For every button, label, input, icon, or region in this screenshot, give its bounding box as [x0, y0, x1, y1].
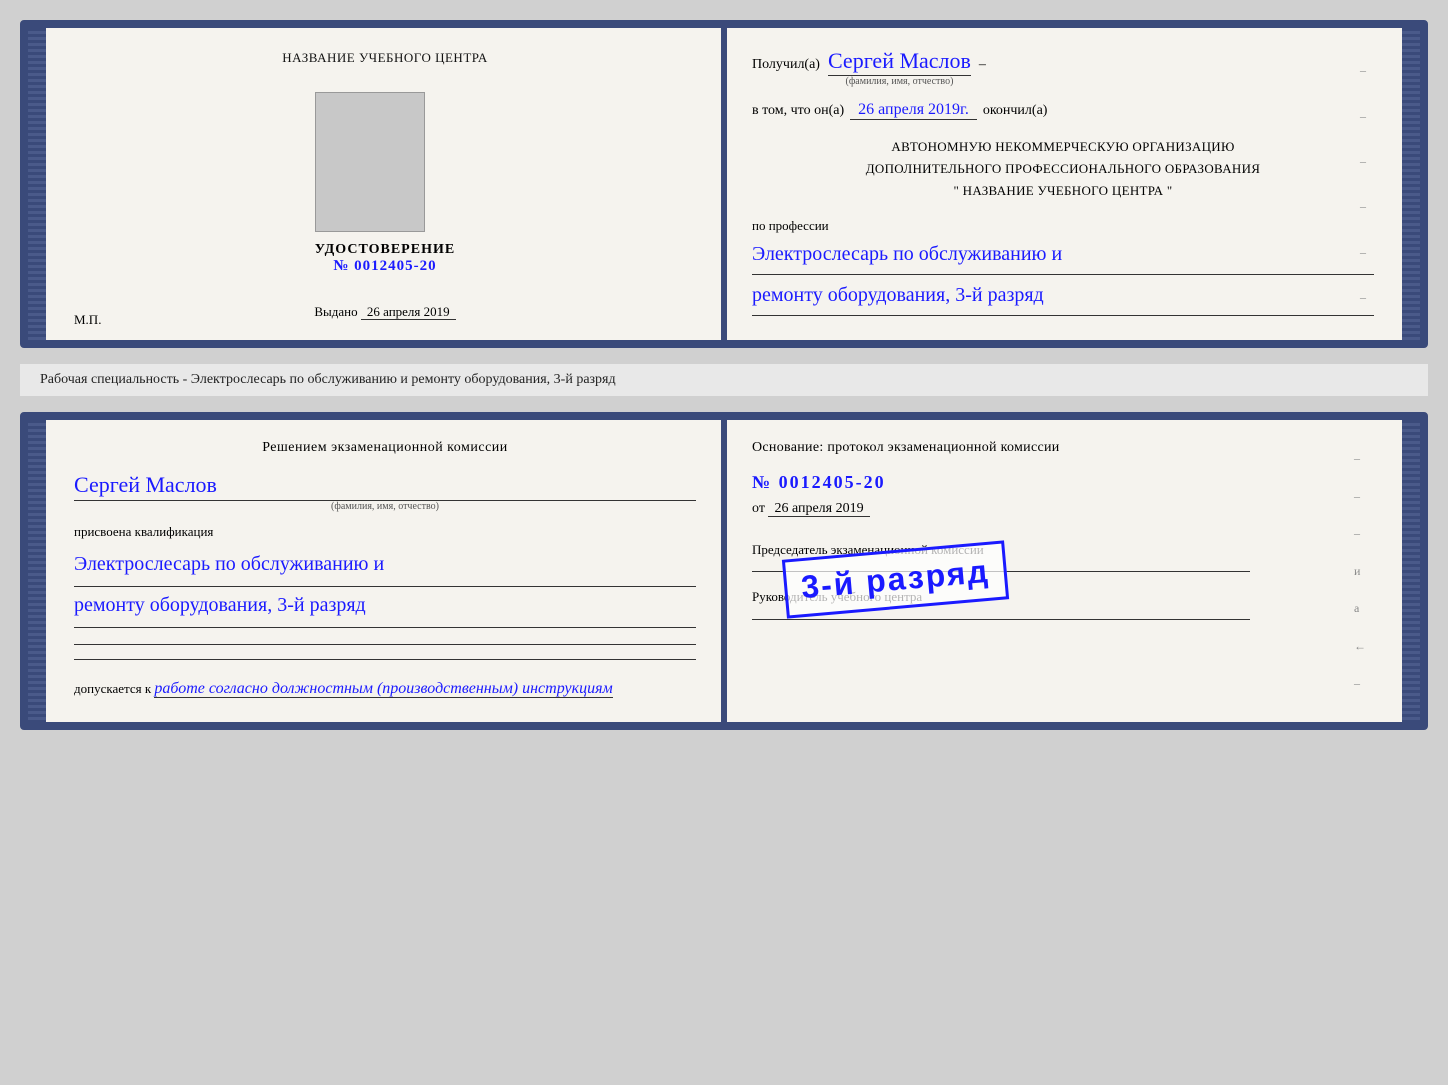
dash-after-fio: – [979, 57, 986, 73]
bottom-right-panel: Основание: протокол экзаменационной коми… [724, 420, 1402, 722]
prisvoena-label: присвоена квалификация [74, 524, 696, 540]
dopusk-text: работе согласно должностным (производств… [154, 680, 612, 698]
fio-subtitle: (фамилия, имя, отчество) [828, 76, 971, 87]
poluchil-label: Получил(а) [752, 57, 820, 73]
fio-written: Сергей Маслов [828, 48, 971, 76]
qualification-line1: Электрослесарь по обслуживанию и [74, 546, 696, 587]
udostoverenie-number: № 0012405-20 [315, 258, 455, 275]
top-right-panel: Получил(а) Сергей Маслов (фамилия, имя, … [724, 28, 1402, 340]
signature-lines [74, 644, 696, 660]
ot-date: 26 апреля 2019 [768, 501, 869, 517]
top-left-panel: НАЗВАНИЕ УЧЕБНОГО ЦЕНТРА УДОСТОВЕРЕНИЕ №… [46, 28, 724, 340]
bottom-fio-written: Сергей Маслов [74, 472, 696, 501]
sig-line-2 [74, 659, 696, 660]
top-document: НАЗВАНИЕ УЧЕБНОГО ЦЕНТРА УДОСТОВЕРЕНИЕ №… [20, 20, 1428, 348]
page-wrapper: НАЗВАНИЕ УЧЕБНОГО ЦЕНТРА УДОСТОВЕРЕНИЕ №… [20, 20, 1428, 730]
osnovanie-label: Основание: протокол экзаменационной коми… [752, 440, 1374, 456]
decorative-dashes: –––––– [1360, 28, 1366, 340]
udostoverenie-label: УДОСТОВЕРЕНИЕ [315, 242, 455, 258]
stamp-text: 3-й разряд [800, 553, 991, 606]
ot-label: от [752, 501, 765, 516]
ot-line: от 26 апреля 2019 [752, 501, 1374, 517]
edge-left [28, 28, 46, 340]
org-line1: АВТОНОМНУЮ НЕКОММЕРЧЕСКУЮ ОРГАНИЗАЦИЮ [752, 136, 1374, 158]
mp-line: М.П. [74, 312, 101, 328]
org-line3: " НАЗВАНИЕ УЧЕБНОГО ЦЕНТРА " [752, 180, 1374, 202]
bottom-left-panel: Решением экзаменационной комиссии Сергей… [46, 420, 724, 722]
vydano-line: Выдано 26 апреля 2019 [314, 304, 455, 320]
rukovoditel-sig-line [752, 619, 1250, 620]
photo-placeholder [315, 92, 425, 232]
poluchil-row: Получил(а) Сергей Маслов (фамилия, имя, … [752, 48, 1374, 87]
qualification-line2: ремонту оборудования, 3-й разряд [74, 587, 696, 628]
vydano-date: 26 апреля 2019 [361, 304, 456, 320]
label-strip: Рабочая специальность - Электрослесарь п… [20, 364, 1428, 396]
bottom-edge-right [1402, 420, 1420, 722]
dopuskaetsya-block: допускается к работе согласно должностны… [74, 680, 696, 698]
vydano-label: Выдано [314, 304, 357, 319]
label-text: Рабочая специальность - Электрослесарь п… [40, 372, 616, 387]
bottom-edge-left [28, 420, 46, 722]
bottom-number: № 0012405-20 [752, 472, 1374, 493]
org-line2: ДОПОЛНИТЕЛЬНОГО ПРОФЕССИОНАЛЬНОГО ОБРАЗО… [752, 158, 1374, 180]
po-professii: по профессии [752, 218, 1374, 234]
bottom-decorative-dashes: –––иа←– [1354, 420, 1366, 722]
dopuskaetsya-label: допускается к [74, 681, 151, 696]
vtom-label: в том, что он(а) [752, 103, 844, 119]
org-block: АВТОНОМНУЮ НЕКОММЕРЧЕСКУЮ ОРГАНИЗАЦИЮ ДО… [752, 136, 1374, 202]
resheniem-label: Решением экзаменационной комиссии [74, 440, 696, 456]
profession-line2: ремонту оборудования, 3-й разряд [752, 279, 1374, 316]
okonchil-label: окончил(а) [983, 103, 1048, 119]
udostoverenie-block: УДОСТОВЕРЕНИЕ № 0012405-20 [315, 242, 455, 275]
bottom-document: Решением экзаменационной комиссии Сергей… [20, 412, 1428, 730]
sig-line-1 [74, 644, 696, 645]
edge-right [1402, 28, 1420, 340]
vtom-row: в том, что он(а) 26 апреля 2019г. окончи… [752, 101, 1374, 120]
bottom-fio-subtitle: (фамилия, имя, отчество) [74, 501, 696, 512]
org-name-left: НАЗВАНИЕ УЧЕБНОГО ЦЕНТРА [282, 48, 487, 68]
vtom-date: 26 апреля 2019г. [850, 101, 977, 120]
profession-line1: Электрослесарь по обслуживанию и [752, 238, 1374, 275]
